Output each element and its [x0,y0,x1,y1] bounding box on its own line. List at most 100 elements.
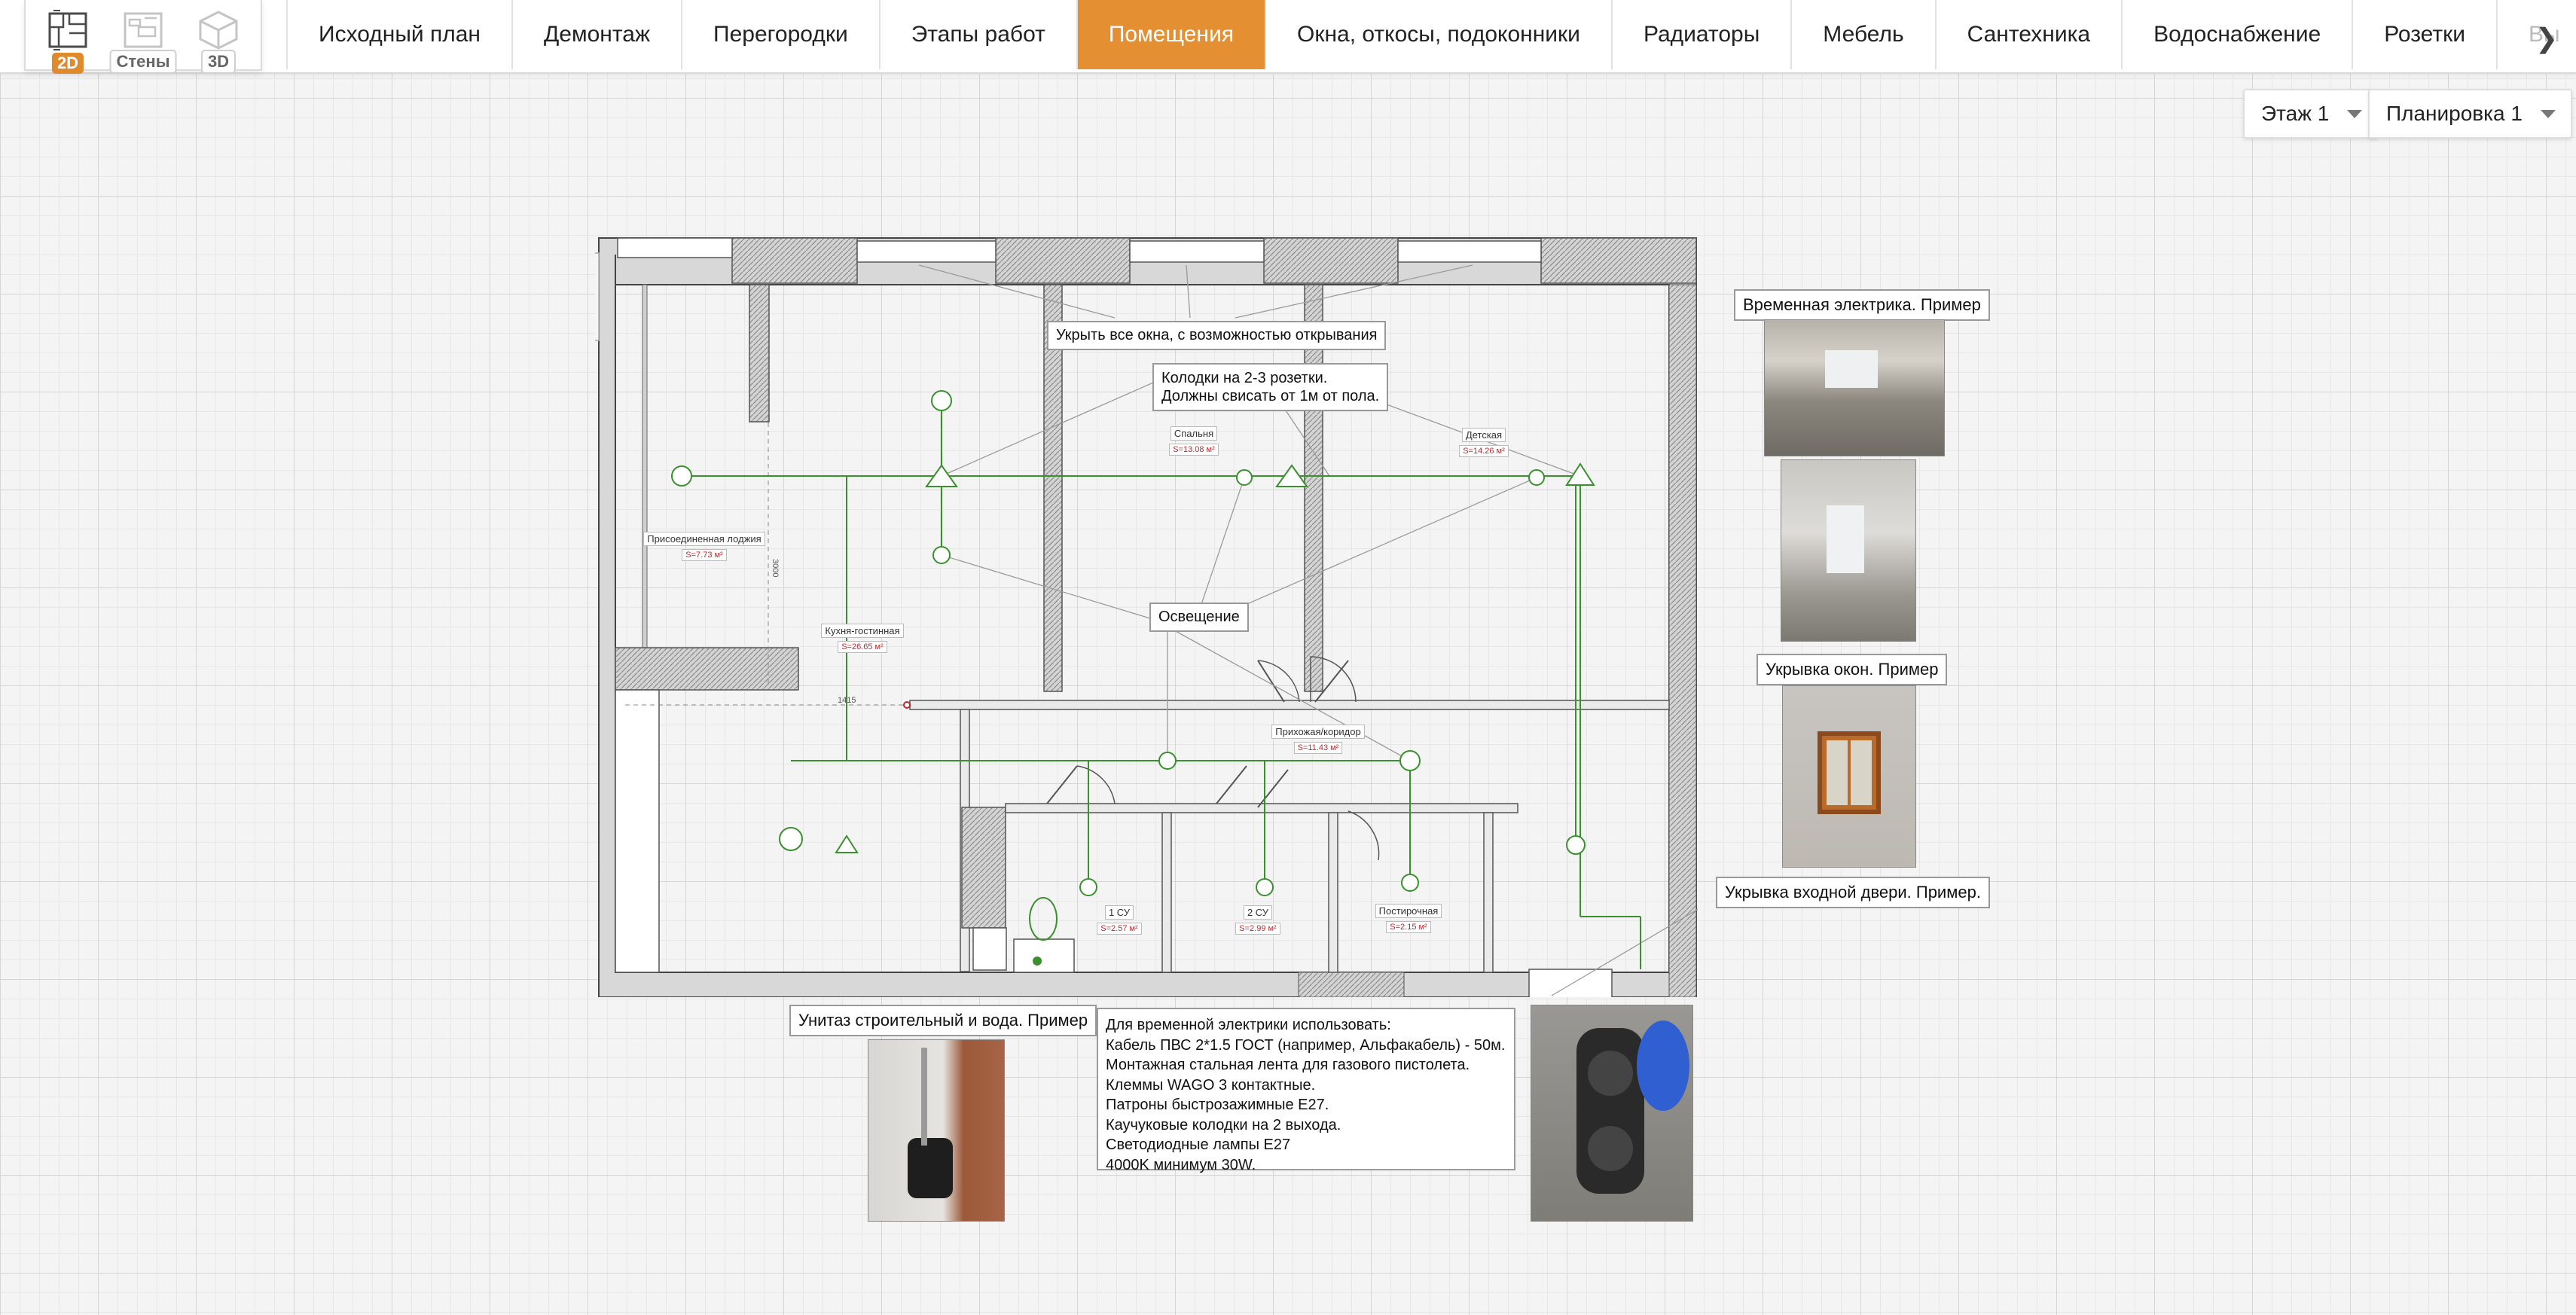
tab-water-supply[interactable]: Водоснабжение [2121,0,2352,69]
tab-plumbing[interactable]: Сантехника [1934,0,2121,69]
door-leaf [1216,765,1247,804]
room-label-bath1[interactable]: 1 СУ S=2.57 м² [1089,905,1149,935]
room-name: 1 СУ [1104,905,1134,920]
bath-wall [1483,812,1494,973]
water-point [1033,957,1042,966]
photo-temp-electric-1 [1764,319,1945,456]
door-swing [1076,765,1116,804]
shower-tray [1013,938,1075,973]
room-name: Прихожая/коридор [1271,725,1365,739]
bottom-wall-hatch [1298,972,1405,998]
annotation-cover-windows[interactable]: Укрыть все окна, с возможностью открыван… [1047,321,1387,350]
wall-loggia [749,284,770,423]
bath-wall [1328,812,1338,973]
bath-wall [1161,812,1172,973]
bath-wall-top [1005,803,1518,813]
window-top [1397,240,1542,263]
photo-pipe [921,1048,927,1146]
wall-horizontal-left [615,647,799,691]
stage-tabs: Исходный план Демонтаж Перегородки Этапы… [286,0,2576,69]
room-label-kitchen[interactable]: Кухня-гостинная S=26.65 м² [798,624,926,653]
balcony-outline [542,252,600,341]
photo-socket-block [1531,1005,1693,1222]
room-area: S=2.57 м² [1097,923,1142,935]
room-name: Детская [1461,428,1506,442]
annotation-door-cover[interactable]: Укрывка входной двери. Пример. [1716,877,1990,908]
tab-radiators[interactable]: Радиаторы [1610,0,1790,69]
annotation-sockets[interactable]: Колодки на 2-3 розетки. Должны свисать о… [1152,363,1389,411]
room-label-laundry[interactable]: Постирочная S=2.15 м² [1371,904,1446,933]
tab-rooms[interactable]: Помещения [1076,0,1265,69]
note-line: Кабель ПВС 2*1.5 ГОСТ (например, Альфака… [1106,1036,1506,1054]
wall-pier [1263,237,1399,284]
tab-work-stages[interactable]: Этапы работ [878,0,1076,69]
toilet-symbol [1029,897,1058,941]
tab-demolition[interactable]: Демонтаж [511,0,681,69]
photo-socket-outlet [1588,1126,1633,1171]
room-area: S=26.65 м² [838,641,887,653]
view-2d-label: 2D [51,53,84,74]
photo-pane [1851,740,1872,805]
note-line: Для временной электрики использовать: [1106,1017,1391,1033]
annotation-lighting[interactable]: Освещение [1149,603,1249,632]
tab-initial-plan[interactable]: Исходный план [286,0,511,69]
door-leaf [1257,660,1285,703]
furniture-walls-icon [124,12,163,48]
wall-column-left [615,689,660,973]
corridor-wall-top [909,700,1670,710]
entrance-door [1528,969,1613,999]
annotation-toilet-water[interactable]: Унитаз строительный и вода. Пример [789,1005,1097,1036]
note-line: Каучуковые колодки на 2 выхода. [1106,1116,1341,1133]
annotation-sockets-line1: Колодки на 2-3 розетки. [1161,370,1328,386]
room-name: Кухня-гостинная [821,624,904,638]
room-label-loggia[interactable]: Присоединенная лоджия S=7.73 м² [640,532,768,561]
floor-plan-canvas[interactable]: 3000 1415 Присоединенная лоджия S=7.73 м… [542,235,1718,999]
room-area: S=14.26 м² [1459,445,1509,457]
door-leaf [1257,769,1289,808]
chevron-down-icon [2347,110,2363,118]
tab-windows[interactable]: Окна, откосы, подоконники [1265,0,1611,69]
room-area: S=11.43 м² [1293,742,1343,754]
annotation-temp-electric[interactable]: Временная электрика. Пример [1734,289,1990,321]
room-area: S=2.99 м² [1235,923,1280,935]
window-top [1129,240,1265,263]
view-walls-label: Стены [109,50,177,74]
room-area: S=13.08 м² [1169,444,1219,456]
room-label-kids[interactable]: Детская S=14.26 м² [1446,428,1521,457]
door-leaf [1046,765,1078,804]
view-3d-button[interactable]: 3D [188,6,249,74]
tab-partitions[interactable]: Перегородки [681,0,879,69]
shaft [972,927,1007,971]
tab-furniture[interactable]: Мебель [1790,0,1934,69]
room-area: S=7.73 м² [682,549,727,561]
top-toolbar: 2D Стены 3D Исходный план Демонтаж Перег… [0,0,2576,74]
wall-pier [1540,237,1697,284]
layout-select[interactable]: Планировка 1 [2368,89,2572,139]
wall-pier [995,237,1131,284]
note-line: Монтажная стальная лента для газового пи… [1106,1057,1470,1073]
view-mode-switcher: 2D Стены 3D [24,0,262,74]
view-2d-button[interactable]: 2D [38,6,98,74]
chevron-right-icon[interactable]: ❯ [2535,23,2558,54]
chevron-down-icon [2540,110,2556,118]
floor-select[interactable]: Этаж 1 [2243,89,2379,139]
photo-toilet-water [868,1039,1005,1222]
annotation-sockets-line2: Должны свисать от 1м от пола. [1161,388,1380,404]
room-label-hallway[interactable]: Прихожая/коридор S=11.43 м² [1265,725,1371,754]
right-wall-hatch [1668,284,1697,998]
room-label-bath2[interactable]: 2 СУ S=2.99 м² [1228,905,1288,935]
photo-temp-electric-2 [1781,459,1916,642]
room-name: 2 СУ [1243,905,1273,920]
materials-note[interactable]: Для временной электрики использовать: Ка… [1097,1008,1515,1173]
floorplan-2d-icon [48,10,87,50]
floor-select-value: Этаж 1 [2261,102,2330,125]
room-name: Постирочная [1375,904,1442,918]
tab-sockets[interactable]: Розетки [2352,0,2496,69]
room-label-bedroom[interactable]: Спальня S=13.08 м² [1156,426,1232,456]
photo-socket-body [1576,1028,1644,1194]
view-walls-button[interactable]: Стены [109,6,177,74]
photo-window-light [1825,350,1878,388]
door-swing [1348,810,1380,861]
annotation-window-cover[interactable]: Укрывка окон. Пример [1757,654,1948,685]
room-name: Присоединенная лоджия [643,532,765,546]
